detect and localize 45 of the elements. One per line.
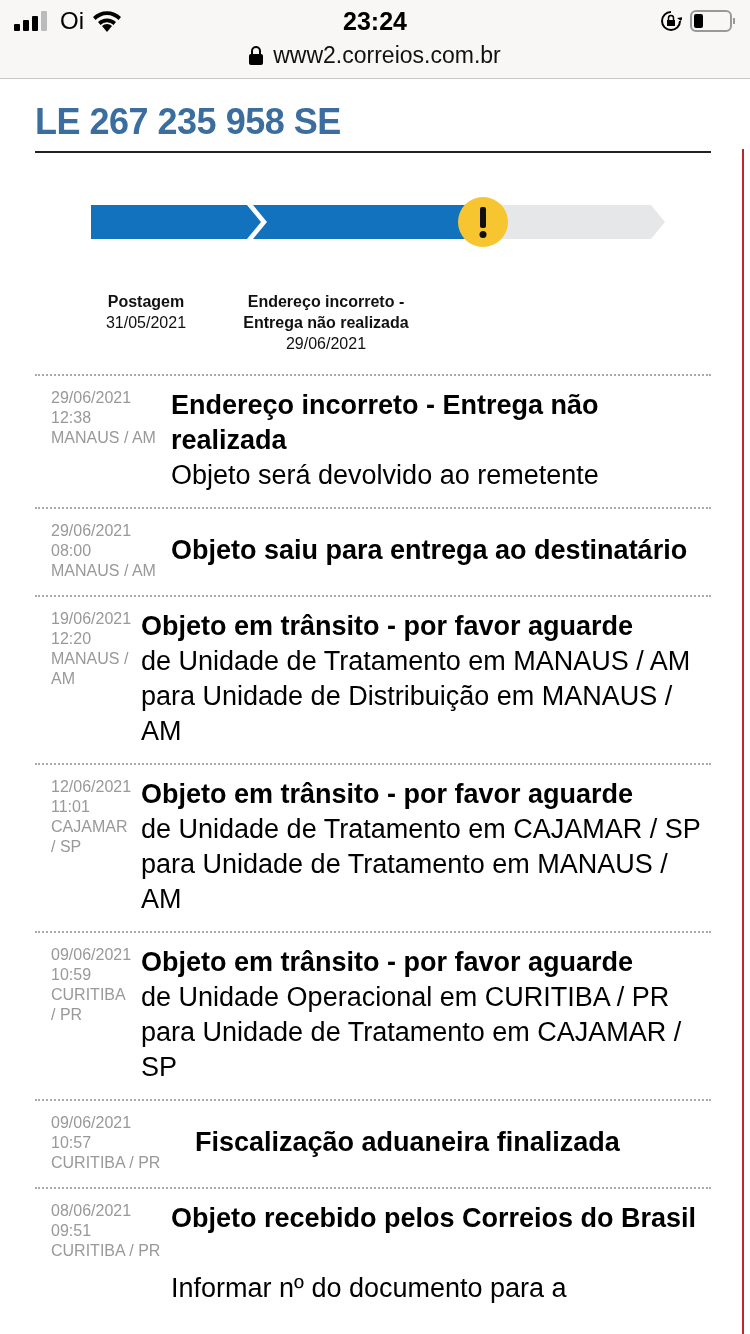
clock-time: 23:24 — [343, 6, 407, 36]
event-title: Objeto em trânsito - por favor aguarde — [141, 610, 635, 643]
event-date: 09/06/2021 — [51, 1113, 133, 1133]
event-title: Objeto saiu para entrega ao destinatário — [171, 534, 689, 567]
event-title: Objeto em trânsito - por favor aguarde — [141, 778, 635, 811]
lock-icon — [249, 46, 264, 65]
event-detail: de Unidade Operacional em CURITIBA / PR para Unidade de Tratamento em CAJAMAR / SP — [141, 981, 683, 1084]
event-detail: Objeto será devolvido ao remetente — [171, 459, 600, 492]
event-title: Endereço incorreto - Entrega não realizada — [171, 389, 600, 457]
event-title: Objeto em trânsito - por favor aguarde — [141, 946, 635, 979]
event-detail: de Unidade de Tratamento em MANAUS / AM para Unidade de Distribuição em MANAUS / AM — [141, 645, 692, 748]
event-place: MANAUS / AM — [51, 649, 130, 689]
milestone-title: Postagem — [107, 292, 185, 312]
event-place: CURITIBA / PR — [51, 1241, 161, 1261]
event-date: 29/06/2021 — [51, 388, 133, 408]
event-place: CURITIBA / PR — [51, 985, 127, 1025]
event-time: 12:20 — [51, 629, 93, 649]
tracking-code: LE 267 235 958 SE — [35, 79, 711, 153]
event-date: 29/06/2021 — [51, 521, 133, 541]
milestone-title: Endereço incorreto - Entrega não realizada — [242, 292, 410, 333]
event-place: CAJAMAR / SP — [51, 817, 129, 857]
wifi-icon — [92, 10, 122, 32]
event-title: Objeto recebido pelos Correios do Brasil — [171, 1202, 698, 1235]
url-text[interactable]: www2.correios.com.br — [273, 42, 501, 69]
event-title: Fiscalização aduaneira finalizada — [195, 1126, 621, 1159]
milestone-date: 31/05/2021 — [105, 313, 187, 333]
carrier-name: Oi — [60, 7, 84, 35]
event-date: 12/06/2021 — [51, 777, 131, 797]
event-time: 10:59 — [51, 965, 93, 985]
rotation-lock-icon — [660, 10, 682, 32]
event-time: 09:51 — [51, 1221, 93, 1241]
event-place: MANAUS / AM — [51, 428, 157, 448]
event-detail: de Unidade de Tratamento em CAJAMAR / SP para Unidade de Tratamento em MANAUS / AM — [141, 813, 702, 916]
event-date: 19/06/2021 — [51, 609, 131, 629]
event-time: 10:57 — [51, 1133, 93, 1153]
event-date: 09/06/2021 — [51, 945, 131, 965]
event-place: CURITIBA / PR — [51, 1153, 161, 1173]
event-date: 08/06/2021 — [51, 1201, 133, 1221]
battery-icon — [690, 10, 736, 32]
milestone-date: 29/06/2021 — [285, 334, 367, 354]
event-note: Informar nº do documento para a — [171, 1272, 568, 1305]
event-place: MANAUS / AM — [51, 561, 157, 581]
event-time: 08:00 — [51, 541, 93, 561]
event-time: 12:38 — [51, 408, 93, 428]
event-time: 11:01 — [51, 797, 91, 817]
